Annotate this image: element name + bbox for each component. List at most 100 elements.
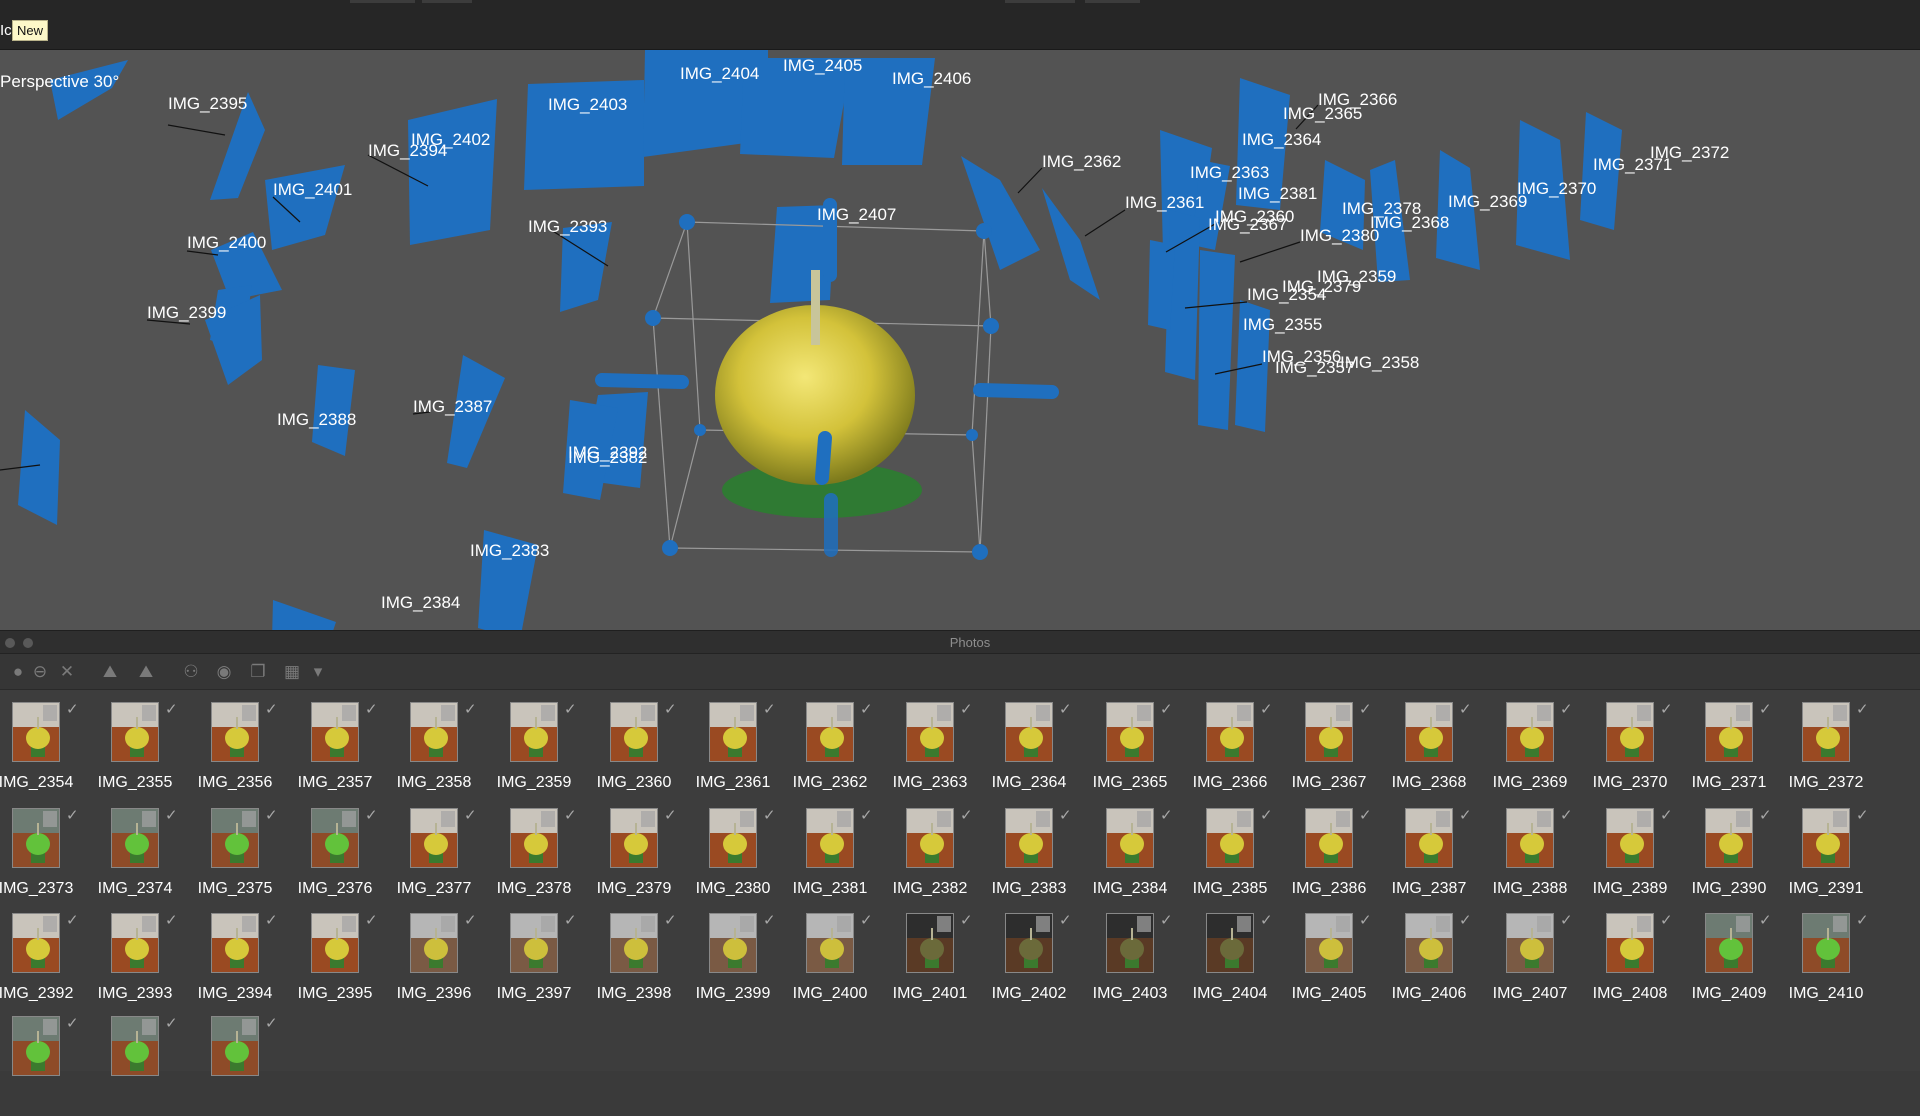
- photo-thumbnail[interactable]: ✓: [211, 1016, 311, 1116]
- enabled-check-icon[interactable]: ✓: [464, 808, 477, 824]
- dropdown-icon[interactable]: ▾: [308, 662, 328, 682]
- camera-label[interactable]: IMG_2388: [277, 410, 356, 429]
- enabled-check-icon[interactable]: ✓: [1260, 808, 1273, 824]
- enabled-check-icon[interactable]: ✓: [365, 808, 378, 824]
- 3d-viewport[interactable]: IMG_2395 IMG_2394 IMG_2402 IMG_2403 IMG_2404…: [0, 50, 1920, 630]
- camera-label[interactable]: IMG_2380: [1300, 226, 1379, 245]
- mask-icon[interactable]: ◉: [214, 662, 234, 682]
- enabled-check-icon[interactable]: ✓: [165, 808, 178, 824]
- toolbar-segment[interactable]: [422, 0, 472, 3]
- camera-label[interactable]: IMG_2370: [1517, 179, 1596, 198]
- camera-label[interactable]: IMG_2369: [1448, 192, 1527, 211]
- enabled-check-icon[interactable]: ✓: [1160, 913, 1173, 929]
- camera-label[interactable]: IMG_2393: [528, 217, 607, 236]
- camera-label[interactable]: IMG_2399: [147, 303, 226, 322]
- enabled-check-icon[interactable]: ✓: [66, 808, 79, 824]
- binoculars-icon[interactable]: ⚇: [181, 662, 201, 682]
- camera-label[interactable]: IMG_2402: [411, 130, 490, 149]
- photo-grid[interactable]: ✓ IMG_2354 ✓ IMG_2355 ✓ IMG_2356 ✓ IMG_2357 ✓ IMG…: [0, 690, 1920, 1076]
- camera-label[interactable]: IMG_2364: [1242, 130, 1321, 149]
- enabled-check-icon[interactable]: ✓: [664, 702, 677, 718]
- camera-label[interactable]: IMG_2407: [817, 205, 896, 224]
- enabled-check-icon[interactable]: ✓: [1660, 808, 1673, 824]
- enabled-check-icon[interactable]: ✓: [265, 1016, 278, 1032]
- camera-plane[interactable]: [961, 156, 1040, 270]
- camera-plane[interactable]: [1198, 250, 1235, 430]
- camera-label[interactable]: IMG_2372: [1650, 143, 1729, 162]
- enabled-check-icon[interactable]: ✓: [664, 808, 677, 824]
- camera-label[interactable]: IMG_2405: [783, 56, 862, 75]
- enabled-check-icon[interactable]: ✓: [165, 913, 178, 929]
- remove-icon[interactable]: ⊖: [30, 662, 50, 682]
- enabled-check-icon[interactable]: ✓: [265, 913, 278, 929]
- delete-icon[interactable]: ✕: [57, 662, 77, 682]
- enabled-check-icon[interactable]: ✓: [1660, 702, 1673, 718]
- camera-plane[interactable]: [1042, 188, 1100, 300]
- camera-label[interactable]: IMG_2401: [273, 180, 352, 199]
- enabled-check-icon[interactable]: ✓: [66, 913, 79, 929]
- enabled-check-icon[interactable]: ✓: [763, 702, 776, 718]
- enabled-check-icon[interactable]: ✓: [1856, 913, 1869, 929]
- camera-label[interactable]: IMG_2382: [568, 448, 647, 467]
- enabled-check-icon[interactable]: ✓: [1660, 913, 1673, 929]
- enabled-check-icon[interactable]: ✓: [265, 702, 278, 718]
- enabled-check-icon[interactable]: ✓: [66, 1016, 79, 1032]
- view-mode-icon[interactable]: ▦: [282, 662, 302, 682]
- toolbar-segment[interactable]: [1085, 0, 1140, 3]
- enabled-check-icon[interactable]: ✓: [265, 808, 278, 824]
- enabled-check-icon[interactable]: ✓: [960, 808, 973, 824]
- camera-label[interactable]: IMG_2354: [1247, 285, 1326, 304]
- enable-icon[interactable]: ⛰: [100, 662, 120, 682]
- toolbar-segment[interactable]: [350, 0, 415, 3]
- enabled-check-icon[interactable]: ✓: [1759, 913, 1772, 929]
- camera-label[interactable]: IMG_2395: [168, 94, 247, 113]
- camera-plane[interactable]: [408, 99, 497, 245]
- camera-plane[interactable]: [265, 165, 345, 250]
- camera-label[interactable]: IMG_2406: [892, 69, 971, 88]
- camera-label[interactable]: IMG_2381: [1238, 184, 1317, 203]
- photo-thumbnail[interactable]: ✓ IMG_2391: [1789, 808, 1902, 908]
- enabled-check-icon[interactable]: ✓: [1059, 808, 1072, 824]
- enabled-check-icon[interactable]: ✓: [1359, 702, 1372, 718]
- enabled-check-icon[interactable]: ✓: [165, 702, 178, 718]
- camera-plane[interactable]: [272, 600, 336, 630]
- enabled-check-icon[interactable]: ✓: [365, 702, 378, 718]
- enabled-check-icon[interactable]: ✓: [1560, 702, 1573, 718]
- enabled-check-icon[interactable]: ✓: [1059, 702, 1072, 718]
- add-icon[interactable]: ●: [8, 662, 28, 682]
- enabled-check-icon[interactable]: ✓: [960, 702, 973, 718]
- enabled-check-icon[interactable]: ✓: [564, 808, 577, 824]
- enabled-check-icon[interactable]: ✓: [1059, 913, 1072, 929]
- enabled-check-icon[interactable]: ✓: [860, 702, 873, 718]
- camera-label[interactable]: IMG_2361: [1125, 193, 1204, 212]
- enabled-check-icon[interactable]: ✓: [1160, 702, 1173, 718]
- enabled-check-icon[interactable]: ✓: [1560, 808, 1573, 824]
- enabled-check-icon[interactable]: ✓: [66, 702, 79, 718]
- enabled-check-icon[interactable]: ✓: [365, 913, 378, 929]
- enabled-check-icon[interactable]: ✓: [860, 913, 873, 929]
- enabled-check-icon[interactable]: ✓: [1560, 913, 1573, 929]
- photo-thumbnail[interactable]: ✓: [12, 1016, 112, 1116]
- enabled-check-icon[interactable]: ✓: [763, 913, 776, 929]
- enabled-check-icon[interactable]: ✓: [564, 702, 577, 718]
- camera-label[interactable]: IMG_2362: [1042, 152, 1121, 171]
- camera-label[interactable]: IMG_2368: [1370, 213, 1449, 232]
- camera-label[interactable]: IMG_2363: [1190, 163, 1269, 182]
- enabled-check-icon[interactable]: ✓: [564, 913, 577, 929]
- enabled-check-icon[interactable]: ✓: [165, 1016, 178, 1032]
- enabled-check-icon[interactable]: ✓: [1759, 702, 1772, 718]
- camera-label[interactable]: IMG_2387: [413, 397, 492, 416]
- toolbar-segment[interactable]: [1005, 0, 1075, 3]
- enabled-check-icon[interactable]: ✓: [960, 913, 973, 929]
- photo-thumbnail[interactable]: ✓ IMG_2410: [1789, 913, 1902, 1013]
- panel-titlebar[interactable]: Photos: [0, 630, 1920, 654]
- camera-label[interactable]: IMG_2404: [680, 64, 759, 83]
- enabled-check-icon[interactable]: ✓: [1459, 913, 1472, 929]
- disable-icon[interactable]: ⛰: [136, 662, 156, 682]
- camera-label[interactable]: IMG_2384: [381, 593, 460, 612]
- enabled-check-icon[interactable]: ✓: [860, 808, 873, 824]
- stack-icon[interactable]: ❐: [248, 662, 268, 682]
- photo-thumbnail[interactable]: ✓: [111, 1016, 211, 1116]
- camera-label[interactable]: IMG_2400: [187, 233, 266, 252]
- camera-label[interactable]: IMG_2403: [548, 95, 627, 114]
